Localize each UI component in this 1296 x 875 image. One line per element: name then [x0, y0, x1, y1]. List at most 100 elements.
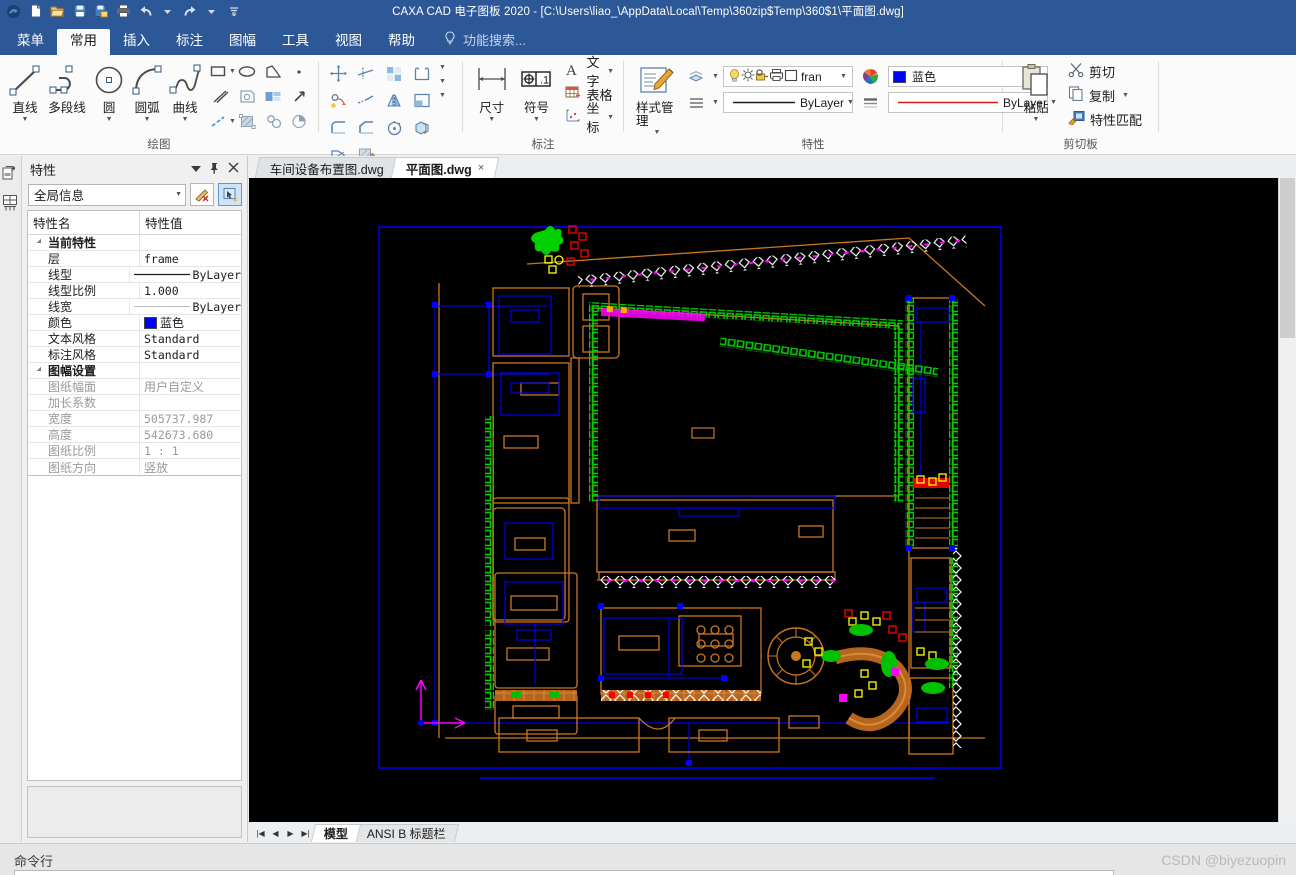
cut-button[interactable]: 剪切	[1065, 60, 1145, 82]
chevron-down-icon[interactable]: ▼	[654, 129, 661, 136]
collapse-triangle-icon[interactable]	[36, 366, 46, 375]
document-tab-floorplan[interactable]: 平面图.dwg ×	[390, 157, 500, 178]
first-tab-button[interactable]: |◀	[253, 824, 268, 842]
chevron-down-icon[interactable]: ▼	[1033, 116, 1040, 123]
layout-tab-ansib[interactable]: ANSI B 标题栏	[353, 824, 459, 842]
tool-polyline[interactable]: 多段线	[44, 59, 90, 115]
tool-hatch[interactable]	[234, 109, 260, 134]
table-row[interactable]: 线型比例 1.000	[28, 283, 241, 299]
paste-button[interactable]: 粘贴 ▼	[1013, 59, 1059, 123]
table-row[interactable]: 文本风格 Standard	[28, 331, 241, 347]
panel-dropdown-icon[interactable]	[191, 164, 201, 175]
chevron-down-icon[interactable]: ▼	[607, 114, 614, 121]
tool-point[interactable]	[286, 59, 312, 84]
tool-chamfer[interactable]	[353, 115, 379, 140]
pin-icon[interactable]	[209, 162, 220, 177]
ribbon-tab-help[interactable]: 帮助	[375, 29, 428, 55]
document-tab-workshop[interactable]: 车间设备布置图.dwg	[254, 157, 400, 178]
tool-coordinate[interactable]: 坐标 ▼	[562, 101, 617, 135]
chevron-down-icon[interactable]: ▼	[488, 116, 495, 123]
ribbon-tab-menu[interactable]: 菜单	[4, 29, 57, 55]
ribbon-tab-view[interactable]: 视图	[322, 29, 375, 55]
tool-array[interactable]	[381, 61, 407, 86]
tool-block[interactable]	[260, 84, 286, 109]
table-row[interactable]: 图纸方向 竖放	[28, 459, 241, 475]
chevron-down-icon[interactable]: ▼	[837, 73, 850, 80]
match-properties-button[interactable]: 特性匹配	[1065, 108, 1145, 130]
tool-circle[interactable]: 圆 ▼	[90, 59, 128, 123]
tool-mirror[interactable]	[381, 88, 407, 113]
tool-pie[interactable]	[286, 109, 312, 134]
table-row[interactable]: 线型 ByLayer	[28, 267, 241, 283]
chevron-down-icon[interactable]: ▼	[439, 92, 446, 99]
table-row[interactable]: 层 frame	[28, 251, 241, 267]
tool-trim[interactable]	[353, 61, 379, 86]
tool-extend[interactable]	[353, 88, 379, 113]
tool-copy-shape[interactable]	[409, 61, 435, 86]
chevron-down-icon[interactable]: ▼	[439, 78, 446, 85]
lineweight-icon[interactable]	[861, 93, 881, 113]
feature-search[interactable]: 功能搜索...	[444, 30, 526, 55]
ribbon-tab-annotate[interactable]: 标注	[163, 29, 216, 55]
tool-fillet[interactable]	[325, 115, 351, 140]
prev-tab-button[interactable]: ◀	[268, 824, 283, 842]
close-icon[interactable]	[228, 162, 239, 176]
close-icon[interactable]: ×	[478, 162, 484, 174]
table-row[interactable]: 标注风格 Standard	[28, 347, 241, 363]
chevron-down-icon[interactable]: ▼	[144, 116, 151, 123]
layer-combo[interactable]: fran ▼	[722, 66, 853, 87]
tool-explode[interactable]	[409, 115, 435, 140]
table-row[interactable]: 颜色 蓝色	[28, 315, 241, 331]
style-manager-button[interactable]: 样式管理 ▼	[636, 59, 678, 136]
color-wheel-icon[interactable]	[861, 67, 881, 87]
tool-hatch-region[interactable]	[234, 84, 260, 109]
tool-spline[interactable]: 曲线 ▼	[166, 59, 204, 123]
table-row[interactable]: 高度 542673.680	[28, 427, 241, 443]
scrollbar-thumb[interactable]	[1280, 178, 1295, 338]
table-row[interactable]: 图纸比例 1 : 1	[28, 443, 241, 459]
layer-icon[interactable]	[686, 67, 706, 87]
ribbon-tab-home[interactable]: 常用	[57, 29, 110, 55]
properties-scope-select[interactable]: 全局信息 ▼	[28, 183, 186, 206]
tool-text[interactable]: A 文字 ▼	[562, 55, 617, 89]
tool-rotate-copy[interactable]	[325, 88, 351, 113]
tool-parallel-line[interactable]	[208, 84, 234, 109]
design-center-icon[interactable]	[2, 160, 20, 186]
collapse-triangle-icon[interactable]	[36, 238, 46, 247]
chevron-down-icon[interactable]: ▼	[1122, 92, 1129, 99]
chevron-down-icon[interactable]: ▼	[607, 68, 614, 75]
tool-line[interactable]: 直线 ▼	[6, 59, 44, 123]
next-tab-button[interactable]: ▶	[283, 824, 298, 842]
property-group-row[interactable]: 当前特性	[28, 235, 241, 251]
tool-ellipse[interactable]	[234, 59, 260, 84]
tool-arc[interactable]: 圆弧 ▼	[128, 59, 166, 123]
ribbon-tab-insert[interactable]: 插入	[110, 29, 163, 55]
tool-break[interactable]	[409, 88, 435, 113]
pick-add-button[interactable]	[218, 183, 242, 206]
drawing-browser-icon[interactable]	[2, 189, 20, 215]
lock-icon[interactable]	[755, 68, 769, 85]
tool-polygon[interactable]	[260, 59, 286, 84]
tool-rotate[interactable]	[381, 115, 407, 140]
table-row[interactable]: 图纸幅面 用户自定义	[28, 379, 241, 395]
bulb-icon[interactable]	[728, 68, 741, 86]
tool-arrow[interactable]	[286, 84, 312, 109]
chevron-down-icon[interactable]: ▼	[22, 116, 29, 123]
table-row[interactable]: 线宽 ByLayer	[28, 299, 241, 315]
tool-puzzle[interactable]	[260, 109, 286, 134]
chevron-down-icon[interactable]: ▼	[439, 64, 446, 71]
chevron-down-icon[interactable]: ▼	[175, 191, 182, 198]
chevron-down-icon[interactable]: ▼	[712, 73, 719, 80]
chevron-down-icon[interactable]: ▼	[106, 116, 113, 123]
tool-symbol[interactable]: .1 符号 ▼	[516, 59, 556, 123]
ribbon-tab-tools[interactable]: 工具	[269, 29, 322, 55]
chevron-down-icon[interactable]: ▼	[712, 99, 719, 106]
tool-dimension[interactable]: 尺寸 ▼	[473, 59, 510, 123]
tool-move[interactable]	[325, 61, 351, 86]
ribbon-tab-sheet[interactable]: 图幅	[216, 29, 269, 55]
printer-icon[interactable]	[769, 68, 784, 85]
color-box-icon[interactable]	[784, 69, 798, 85]
command-input[interactable]	[14, 870, 1114, 875]
property-group-row[interactable]: 图幅设置	[28, 363, 241, 379]
edit-cancel-button[interactable]	[190, 183, 214, 206]
